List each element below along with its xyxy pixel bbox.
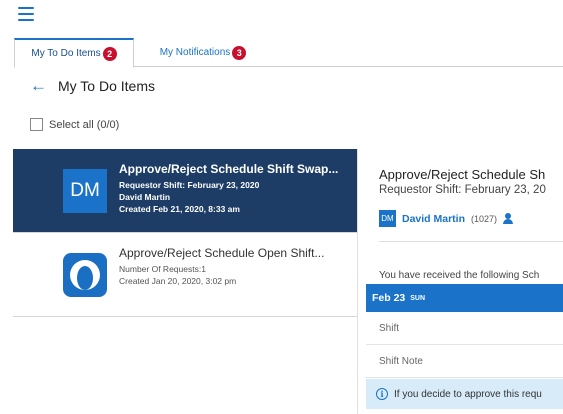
select-all-label: Select all (0/0) bbox=[49, 118, 120, 131]
user-id: (1027) bbox=[471, 213, 498, 224]
info-icon: i bbox=[376, 388, 388, 400]
detail-user: DM David Martin (1027) bbox=[379, 210, 515, 227]
shift-row: Shift bbox=[366, 312, 563, 345]
date-header: Feb 23 SUN bbox=[366, 284, 563, 312]
field-label: Shift Note bbox=[379, 355, 423, 367]
todo-list: DM Approve/Reject Schedule Shift Swap...… bbox=[13, 149, 357, 317]
tab-count-badge: 2 bbox=[102, 46, 117, 61]
list-item-title: Approve/Reject Schedule Open Shift... bbox=[119, 246, 325, 260]
day-of-week: SUN bbox=[410, 294, 426, 302]
tab-my-to-do-items[interactable]: My To Do Items 2 bbox=[14, 38, 134, 68]
page-header: ← My To Do Items bbox=[30, 77, 155, 95]
tab-count-badge: 3 bbox=[232, 45, 247, 60]
tab-label: My Notifications bbox=[159, 47, 231, 58]
info-banner: i If you decide to approve this requ bbox=[366, 379, 563, 409]
detail-pane: Approve/Reject Schedule Sh Requestor Shi… bbox=[366, 149, 563, 414]
tab-my-notifications[interactable]: My Notifications 3 bbox=[148, 38, 258, 67]
avatar: DM bbox=[63, 169, 107, 213]
detail-subtitle: Requestor Shift: February 23, 20 bbox=[379, 184, 546, 196]
tab-label: My To Do Items bbox=[31, 48, 101, 59]
list-item-text: Approve/Reject Schedule Open Shift... Nu… bbox=[119, 246, 349, 287]
field-label: Shift bbox=[379, 322, 400, 334]
app-logo-icon bbox=[63, 253, 107, 297]
list-item-line: Requestor Shift: February 23, 2020 bbox=[119, 180, 260, 190]
select-all-checkbox[interactable]: Select all (0/0) bbox=[30, 118, 119, 131]
list-item-line: David Martin bbox=[119, 192, 171, 202]
list-item-title: Approve/Reject Schedule Shift Swap... bbox=[119, 162, 339, 176]
arrow-left-icon[interactable]: ← bbox=[30, 77, 47, 95]
pane-divider bbox=[357, 149, 358, 414]
list-item-text: Approve/Reject Schedule Shift Swap... Re… bbox=[119, 162, 349, 215]
list-item-line: Number Of Requests:1 bbox=[119, 264, 206, 274]
detail-title: Approve/Reject Schedule Sh bbox=[379, 167, 546, 182]
user-profile-icon[interactable] bbox=[503, 212, 515, 225]
divider bbox=[379, 241, 563, 242]
list-item[interactable]: DM Approve/Reject Schedule Shift Swap...… bbox=[13, 149, 357, 233]
list-item-line: Created Jan 20, 2020, 3:02 pm bbox=[119, 276, 237, 286]
date-label: Feb 23 bbox=[372, 292, 406, 304]
avatar: DM bbox=[379, 210, 396, 227]
info-text: If you decide to approve this requ bbox=[394, 388, 542, 400]
list-item[interactable]: Approve/Reject Schedule Open Shift... Nu… bbox=[13, 233, 357, 317]
user-name-link[interactable]: David Martin bbox=[402, 213, 465, 225]
hamburger-menu-icon[interactable] bbox=[18, 7, 34, 21]
checkbox-box[interactable] bbox=[30, 118, 43, 131]
shift-note-row: Shift Note bbox=[366, 345, 563, 378]
tab-bar: My To Do Items 2 My Notifications 3 bbox=[14, 38, 563, 68]
page-title: My To Do Items bbox=[58, 78, 155, 94]
list-item-line: Created Feb 21, 2020, 8:33 am bbox=[119, 204, 240, 214]
received-message: You have received the following Sch bbox=[379, 270, 540, 281]
